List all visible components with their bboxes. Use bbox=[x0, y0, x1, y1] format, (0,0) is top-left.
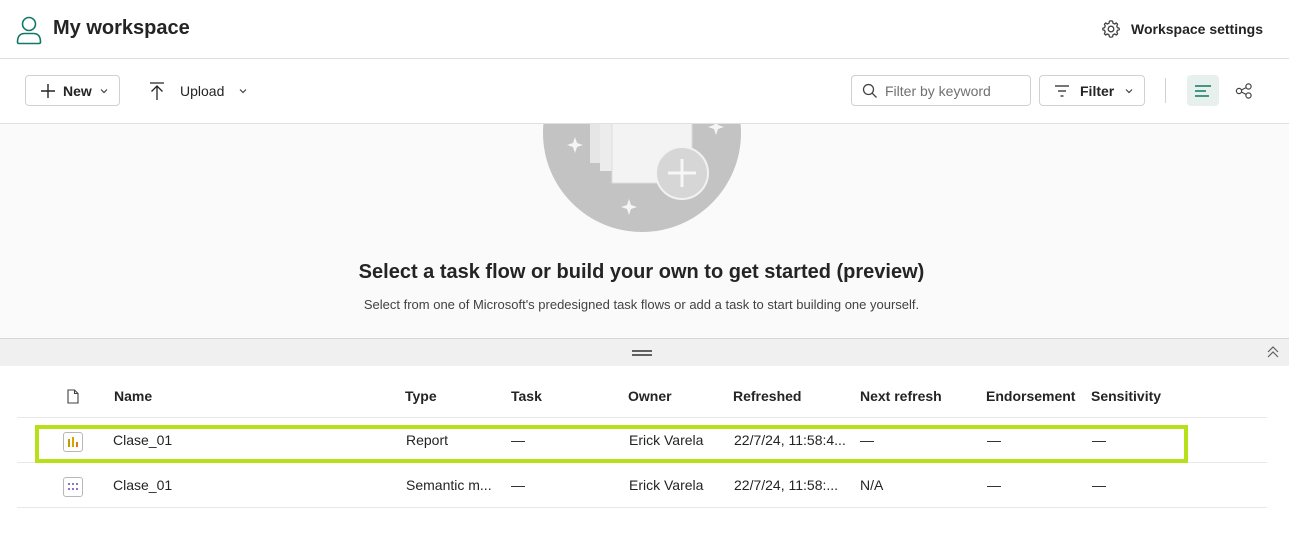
column-header-sensitivity[interactable]: Sensitivity bbox=[1091, 388, 1161, 404]
filter-button[interactable]: Filter bbox=[1039, 75, 1145, 106]
column-header-owner[interactable]: Owner bbox=[628, 388, 672, 404]
chevron-down-icon bbox=[100, 88, 108, 93]
item-owner: Erick Varela bbox=[629, 477, 704, 493]
semantic-model-icon bbox=[63, 477, 83, 497]
filter-search-box[interactable] bbox=[851, 75, 1031, 106]
column-header-refreshed[interactable]: Refreshed bbox=[733, 388, 801, 404]
filter-label: Filter bbox=[1080, 82, 1115, 99]
upload-button[interactable]: Upload bbox=[148, 75, 248, 106]
table-row[interactable]: Clase_01 Semantic m... — Erick Varela 22… bbox=[17, 463, 1267, 508]
filter-keyword-input[interactable] bbox=[885, 82, 1025, 99]
filter-icon bbox=[1055, 84, 1069, 97]
new-label: New bbox=[63, 82, 92, 99]
task-flow-subtitle: Select from one of Microsoft's predesign… bbox=[363, 297, 920, 312]
list-view-button[interactable] bbox=[1187, 75, 1219, 106]
item-name[interactable]: Clase_01 bbox=[113, 477, 172, 493]
workspace-header: My workspace Workspace settings bbox=[0, 0, 1289, 59]
lineage-icon bbox=[1235, 82, 1252, 99]
item-type: Semantic m... bbox=[406, 477, 492, 493]
item-sensitivity: — bbox=[1092, 432, 1106, 448]
task-flow-illustration bbox=[543, 124, 741, 232]
table-header: Name Type Task Owner Refreshed Next refr… bbox=[17, 381, 1267, 418]
plus-icon bbox=[41, 83, 55, 98]
column-header-endorsement[interactable]: Endorsement bbox=[986, 388, 1075, 404]
item-next-refresh: — bbox=[860, 432, 874, 448]
task-flow-title: Select a task flow or build your own to … bbox=[358, 261, 925, 283]
list-view-icon bbox=[1195, 84, 1211, 97]
new-button[interactable]: New bbox=[25, 75, 120, 106]
upload-icon bbox=[150, 81, 164, 100]
item-task: — bbox=[511, 477, 525, 493]
chevron-down-icon bbox=[239, 88, 247, 93]
items-table: Name Type Task Owner Refreshed Next refr… bbox=[0, 366, 1289, 542]
resize-handle[interactable] bbox=[632, 350, 652, 356]
item-refreshed: 22/7/24, 11:58:... bbox=[734, 477, 839, 493]
chevron-down-icon bbox=[1125, 88, 1133, 93]
toolbar: New Upload Filter bbox=[0, 59, 1289, 124]
page-title: My workspace bbox=[53, 17, 190, 39]
item-endorsement: — bbox=[987, 477, 1001, 493]
column-header-name[interactable]: Name bbox=[114, 388, 152, 404]
toolbar-divider bbox=[1165, 78, 1166, 103]
column-header-task[interactable]: Task bbox=[511, 388, 542, 404]
item-refreshed: 22/7/24, 11:58:4... bbox=[734, 432, 846, 448]
gear-icon bbox=[1102, 20, 1120, 38]
file-type-icon bbox=[67, 389, 79, 404]
panel-splitter bbox=[0, 338, 1289, 366]
table-row[interactable]: Clase_01 Report — Erick Varela 22/7/24, … bbox=[17, 418, 1267, 463]
column-header-type[interactable]: Type bbox=[405, 388, 437, 404]
item-endorsement: — bbox=[987, 432, 1001, 448]
column-header-next-refresh[interactable]: Next refresh bbox=[860, 388, 942, 404]
item-sensitivity: — bbox=[1092, 477, 1106, 493]
item-next-refresh: N/A bbox=[860, 477, 884, 493]
workspace-settings-button[interactable]: Workspace settings bbox=[1101, 19, 1263, 39]
search-icon bbox=[862, 83, 877, 98]
item-task: — bbox=[511, 432, 525, 448]
workspace-settings-label: Workspace settings bbox=[1130, 21, 1263, 37]
task-flow-panel: Select a task flow or build your own to … bbox=[0, 124, 1289, 338]
lineage-view-button[interactable] bbox=[1228, 75, 1260, 106]
person-icon bbox=[16, 16, 42, 45]
item-type: Report bbox=[406, 432, 449, 448]
item-owner: Erick Varela bbox=[629, 432, 704, 448]
upload-label: Upload bbox=[180, 82, 225, 99]
collapse-up-icon[interactable] bbox=[1266, 345, 1280, 359]
report-icon bbox=[63, 432, 83, 452]
item-name[interactable]: Clase_01 bbox=[113, 432, 172, 448]
